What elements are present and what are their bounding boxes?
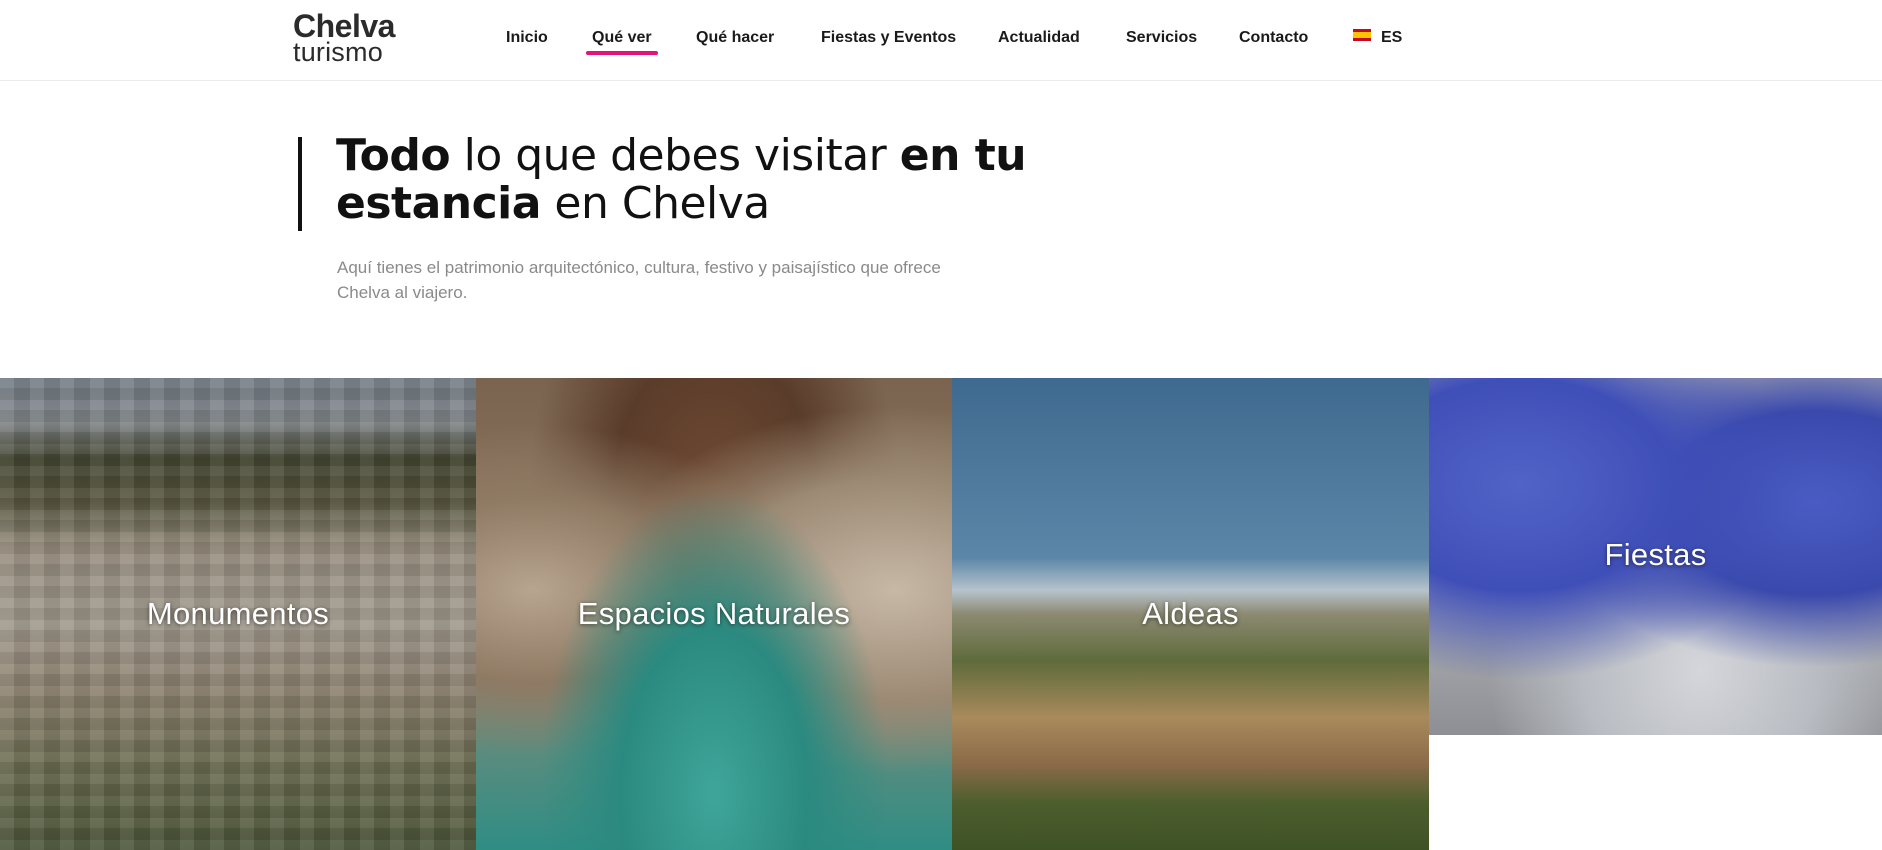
nav-item-actualidad[interactable]: Actualidad	[998, 29, 1080, 47]
language-selector[interactable]: ES	[1353, 29, 1402, 47]
tile-label: Monumentos	[146, 596, 330, 631]
nav-item-servicios[interactable]: Servicios	[1126, 29, 1197, 47]
tile-fiestas[interactable]: Fiestas	[1429, 378, 1882, 735]
tile-label: Fiestas	[1604, 537, 1707, 572]
nav-item-inicio[interactable]: Inicio	[506, 29, 548, 47]
spain-flag-icon	[1353, 29, 1371, 41]
language-code: ES	[1381, 29, 1403, 46]
nav-item-que-hacer[interactable]: Qué hacer	[696, 29, 774, 47]
page-subtitle: Aquí tienes el patrimonio arquitectónico…	[337, 258, 941, 302]
tile-label: Aldeas	[1142, 596, 1239, 631]
title-light-2: en Chelva	[540, 178, 770, 229]
tile-monumentos[interactable]: Monumentos	[0, 378, 476, 850]
main-nav: Inicio Qué ver Qué hacer Fiestas y Event…	[0, 0, 1882, 80]
title-bold-1: Todo	[336, 130, 451, 181]
title-light-1: lo que debes visitar	[450, 130, 900, 181]
hero-accent-bar	[298, 137, 302, 231]
tile-espacios-naturales[interactable]: Espacios Naturales	[476, 378, 952, 850]
nav-item-contacto[interactable]: Contacto	[1239, 29, 1308, 47]
site-header: Chelva turismo Inicio Qué ver Qué hacer …	[0, 0, 1882, 81]
nav-item-que-ver[interactable]: Qué ver	[586, 29, 658, 55]
nav-item-fiestas-y-eventos[interactable]: Fiestas y Eventos	[821, 29, 956, 47]
page-title: Todo lo que debes visitar en tu estancia…	[336, 132, 1036, 228]
tile-label: Espacios Naturales	[577, 596, 851, 631]
tile-aldeas[interactable]: Aldeas	[952, 378, 1429, 850]
